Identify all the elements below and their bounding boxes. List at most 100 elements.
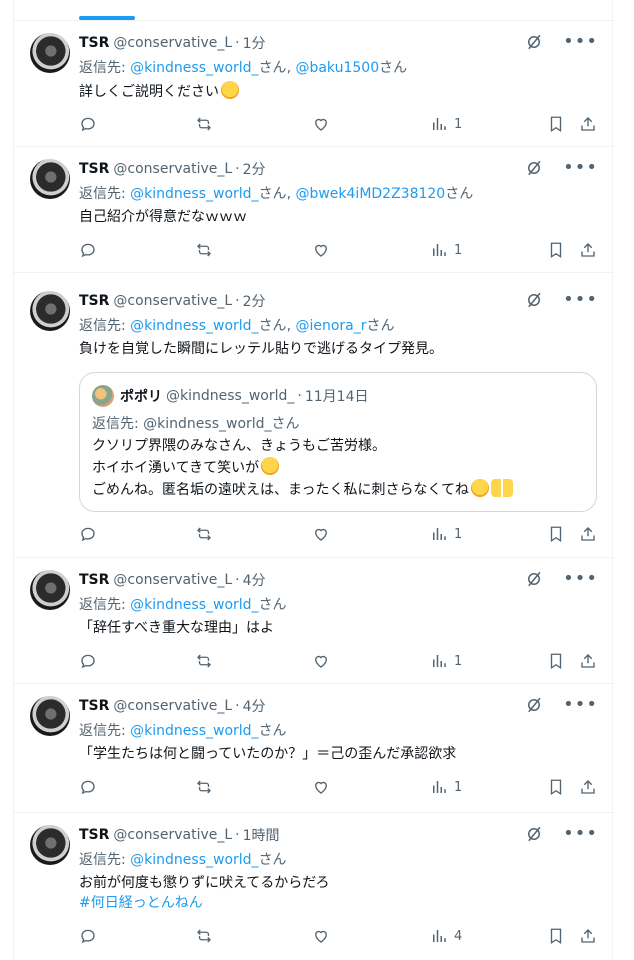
reply-post[interactable]: TSR @conservative_L · 4分 ••• 返信先: @kindn… [14,684,614,813]
views-button[interactable]: 4 [430,927,462,945]
like-button[interactable] [312,652,330,670]
grok-icon[interactable] [525,159,543,177]
repost-button[interactable] [195,115,213,133]
post-time[interactable]: 2分 [243,159,266,179]
avatar[interactable] [30,570,70,610]
reply-button[interactable] [79,927,97,945]
quoted-date[interactable]: 11月14日 [305,386,369,406]
more-icon[interactable]: ••• [563,291,598,309]
author-handle[interactable]: @conservative_L [113,161,232,177]
repost-button[interactable] [195,525,213,543]
views-button[interactable]: 1 [430,778,462,796]
share-button[interactable] [579,525,597,543]
more-icon[interactable]: ••• [563,570,598,588]
views-button[interactable]: 1 [430,115,462,133]
reply-button[interactable] [79,525,97,543]
repost-button[interactable] [195,927,213,945]
mention-link[interactable]: @ienora_r [295,318,366,334]
like-button[interactable] [312,778,330,796]
like-button[interactable] [312,927,330,945]
author-name[interactable]: TSR [79,827,109,843]
like-button[interactable] [312,241,330,259]
author-handle[interactable]: @conservative_L [113,827,232,843]
avatar[interactable] [30,159,70,199]
quoted-author-name[interactable]: ポポリ [120,386,162,406]
quoted-author-handle[interactable]: @kindness_world_ [166,388,294,404]
quoted-post[interactable]: ポポリ @kindness_world_ · 11月14日 返信先: @kind… [79,372,597,512]
reply-post[interactable]: TSR @conservative_L · 4分 ••• 返信先: @kindn… [14,558,614,684]
grok-icon[interactable] [525,696,543,714]
avatar[interactable] [30,291,70,331]
action-bar: 1 [79,652,614,672]
reply-post[interactable]: TSR @conservative_L · 2分 ••• 返信先: @kindn… [14,273,614,558]
reply-post[interactable]: TSR @conservative_L · 1時間 ••• 返信先: @kind… [14,813,614,960]
quoted-avatar[interactable] [92,385,114,407]
more-icon[interactable]: ••• [563,696,598,714]
mention-link[interactable]: @kindness_world_ [130,60,258,76]
share-button[interactable] [579,241,597,259]
author-handle[interactable]: @conservative_L [113,293,232,309]
author-name[interactable]: TSR [79,572,109,588]
reply-button[interactable] [79,778,97,796]
author-name[interactable]: TSR [79,293,109,309]
author-name[interactable]: TSR [79,35,109,51]
bookmark-button[interactable] [547,241,565,259]
share-button[interactable] [579,652,597,670]
repost-button[interactable] [195,652,213,670]
author-handle[interactable]: @conservative_L [113,698,232,714]
mention-link[interactable]: @kindness_world_ [130,597,258,613]
author-name[interactable]: TSR [79,161,109,177]
mention-link[interactable]: @baku1500 [295,60,379,76]
reply-button[interactable] [79,115,97,133]
views-button[interactable]: 1 [430,652,462,670]
share-button[interactable] [579,115,597,133]
bookmark-button[interactable] [547,525,565,543]
author-handle[interactable]: @conservative_L [113,35,232,51]
post-time[interactable]: 2分 [243,291,266,311]
post-header: TSR @conservative_L · 2分 [79,291,266,311]
like-button[interactable] [312,115,330,133]
like-button[interactable] [312,525,330,543]
mention-link[interactable]: @kindness_world_ [130,852,258,868]
more-icon[interactable]: ••• [563,825,598,843]
avatar[interactable] [30,825,70,865]
bookmark-button[interactable] [547,778,565,796]
mention-link[interactable]: @kindness_world_ [130,318,258,334]
mention-link[interactable]: @kindness_world_ [130,186,258,202]
bookmark-icon [550,116,562,133]
bookmark-button[interactable] [547,115,565,133]
repost-button[interactable] [195,241,213,259]
reply-button[interactable] [79,241,97,259]
author-handle[interactable]: @conservative_L [113,572,232,588]
bookmark-button[interactable] [547,652,565,670]
views-button[interactable]: 1 [430,241,462,259]
reply-post[interactable]: TSR @conservative_L · 1分 ••• 返信先: @kindn… [14,21,614,147]
avatar[interactable] [30,33,70,73]
share-button[interactable] [579,927,597,945]
separator: · [235,572,240,588]
bookmark-button[interactable] [547,927,565,945]
avatar[interactable] [30,696,70,736]
separator: · [235,827,240,843]
post-time[interactable]: 1時間 [243,825,280,845]
views-button[interactable]: 1 [430,525,462,543]
more-icon[interactable]: ••• [563,159,598,177]
share-button[interactable] [579,778,597,796]
post-time[interactable]: 1分 [243,33,266,53]
mention-link[interactable]: @kindness_world_ [130,723,258,739]
grok-icon[interactable] [525,33,543,51]
grok-icon[interactable] [525,291,543,309]
post-header: TSR @conservative_L · 1時間 [79,825,280,845]
author-name[interactable]: TSR [79,698,109,714]
mention-link[interactable]: @bwek4iMD2Z38120 [295,186,445,202]
reply-button[interactable] [79,652,97,670]
more-icon[interactable]: ••• [563,33,598,51]
grok-icon[interactable] [525,570,543,588]
hashtag-link[interactable]: #何日経っとんねん [79,893,598,913]
like-icon [315,244,327,257]
repost-button[interactable] [195,778,213,796]
reply-post[interactable]: TSR @conservative_L · 2分 ••• 返信先: @kindn… [14,147,614,273]
post-time[interactable]: 4分 [243,696,266,716]
post-time[interactable]: 4分 [243,570,266,590]
grok-icon[interactable] [525,825,543,843]
